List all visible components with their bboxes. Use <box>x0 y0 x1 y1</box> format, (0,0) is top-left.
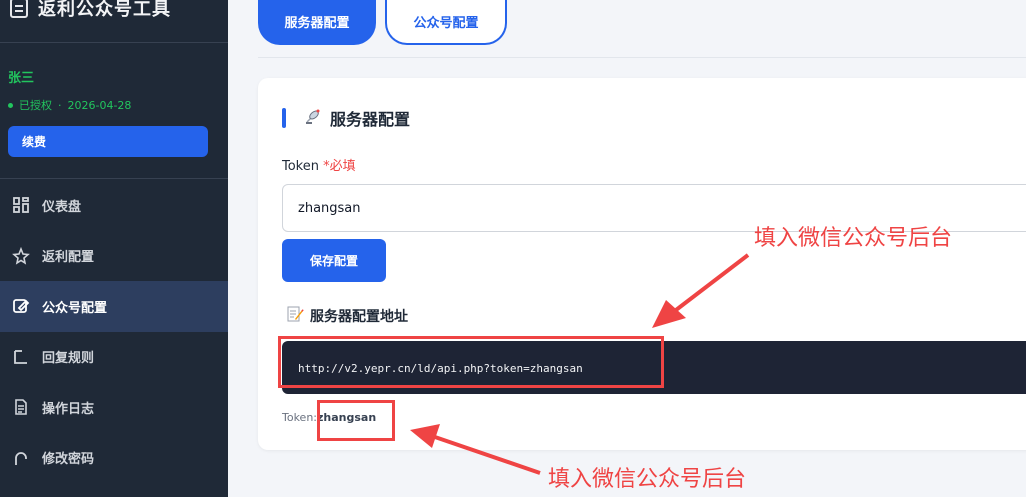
sidebar-item-change-password[interactable]: 修改密码 <box>0 433 228 484</box>
save-config-button[interactable]: 保存配置 <box>282 239 386 282</box>
server-config-card: 服务器配置 Token *必填 保存配置 服务器配置地址 http://v2.y… <box>258 78 1026 450</box>
separator-dot: · <box>58 98 62 112</box>
satellite-icon <box>304 107 322 129</box>
auth-status: 已授权 <box>19 99 52 112</box>
sidebar-item-label: 回复规则 <box>42 351 95 367</box>
user-name: 张三 <box>8 71 35 86</box>
url-section-title-text: 服务器配置地址 <box>310 309 408 325</box>
highlight-url-box <box>278 336 664 388</box>
status-dot-icon <box>8 102 13 108</box>
token-label: Token *必填 <box>282 155 356 174</box>
user-status: 已授权 · 2026-04-28 <box>8 97 131 113</box>
url-section-title: 服务器配置地址 <box>286 305 408 327</box>
edit-icon <box>12 297 30 315</box>
key-icon <box>12 449 30 467</box>
token-note-label: Token: <box>282 411 318 424</box>
section-title: 服务器配置 <box>282 106 410 130</box>
memo-icon <box>286 305 304 327</box>
sidebar-nav: 仪表盘 返利配置 公众号配置 回复规则 操作日志 修改密码 <box>0 180 228 483</box>
sidebar-item-label: 操作日志 <box>42 401 95 417</box>
sidebar-item-wechat-config[interactable]: 公众号配置 <box>0 281 228 332</box>
sidebar-item-label: 修改密码 <box>42 452 95 468</box>
log-icon <box>12 398 30 416</box>
annotation-text-bottom: 填入微信公众号后台 <box>548 467 747 492</box>
reply-icon <box>12 348 30 366</box>
required-mark: *必填 <box>323 159 356 174</box>
divider <box>258 57 1026 58</box>
app-title: 返利公众号工具 <box>38 0 171 20</box>
highlight-token-box <box>317 400 395 441</box>
sidebar-item-label: 公众号配置 <box>42 300 108 316</box>
sidebar-item-logs[interactable]: 操作日志 <box>0 382 228 433</box>
dashboard-icon <box>12 196 30 214</box>
divider <box>0 42 228 43</box>
document-icon <box>10 0 28 18</box>
sidebar-item-label: 返利配置 <box>42 250 95 266</box>
sidebar-item-dashboard[interactable]: 仪表盘 <box>0 180 228 231</box>
sidebar: 返利公众号工具 张三 已授权 · 2026-04-28 续费 仪表盘 返利配置 … <box>0 0 228 497</box>
tab-server-config[interactable]: 服务器配置 <box>258 0 376 45</box>
section-title-text: 服务器配置 <box>330 110 411 129</box>
divider <box>0 178 228 179</box>
sidebar-item-rebate[interactable]: 返利配置 <box>0 231 228 282</box>
brand: 返利公众号工具 <box>10 0 171 28</box>
token-label-text: Token <box>282 159 319 174</box>
renew-button[interactable]: 续费 <box>8 126 208 157</box>
expire-date: 2026-04-28 <box>67 98 132 112</box>
tab-wechat-config[interactable]: 公众号配置 <box>385 0 507 45</box>
annotation-text-top: 填入微信公众号后台 <box>754 226 953 251</box>
sidebar-item-reply-rules[interactable]: 回复规则 <box>0 332 228 383</box>
config-tabs: 服务器配置 公众号配置 <box>258 0 507 45</box>
title-accent-bar <box>282 108 286 128</box>
sidebar-item-label: 仪表盘 <box>42 199 82 215</box>
star-icon <box>12 246 30 265</box>
